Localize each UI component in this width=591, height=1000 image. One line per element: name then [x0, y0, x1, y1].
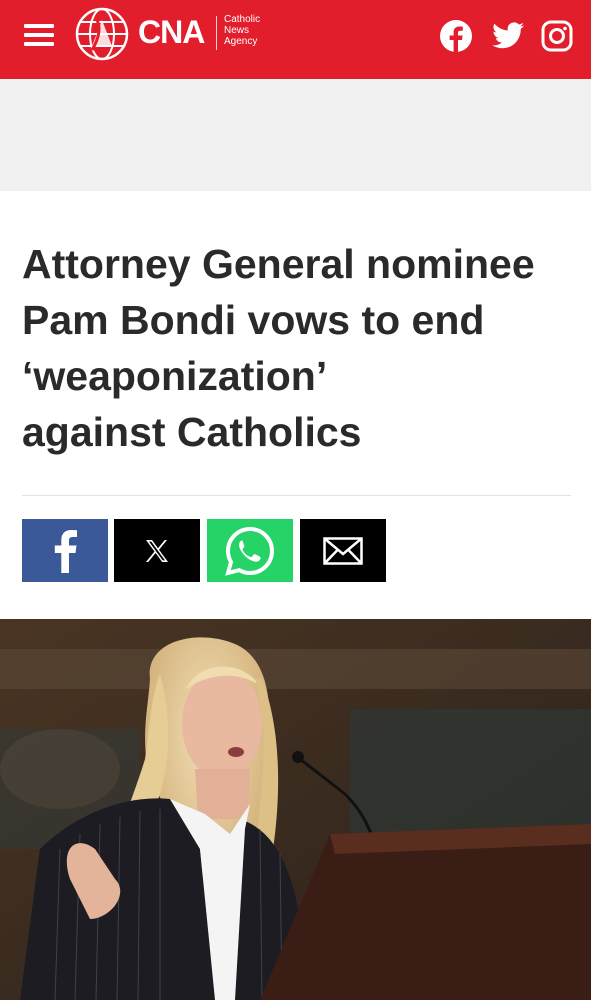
- menu-icon[interactable]: [24, 24, 54, 50]
- brand-sub-line: Agency: [224, 36, 258, 47]
- site-header: CNA Catholic News Agency: [0, 0, 591, 79]
- x-icon: [146, 539, 168, 562]
- brand-sub-line: Catholic: [224, 14, 261, 25]
- brand-subtitle: Catholic News Agency: [224, 14, 260, 47]
- whatsapp-icon: [225, 526, 275, 576]
- instagram-icon[interactable]: [541, 19, 573, 53]
- headline-line: Attorney General nominee: [22, 241, 535, 287]
- facebook-icon[interactable]: [439, 19, 473, 53]
- twitter-icon[interactable]: [490, 19, 526, 53]
- share-x-button[interactable]: [114, 519, 200, 582]
- ad-placeholder: [0, 79, 591, 191]
- brand-sub-line: News: [224, 25, 250, 36]
- headline-line: Pam Bondi vows to end: [22, 297, 485, 343]
- facebook-f-icon: [54, 529, 77, 573]
- share-whatsapp-button[interactable]: [207, 519, 293, 582]
- share-email-button[interactable]: [300, 519, 386, 582]
- brand-divider: [216, 16, 217, 50]
- headline-line: ‘weaponization’: [22, 353, 328, 399]
- mail-icon: [323, 536, 363, 565]
- article-headline: Attorney General nominee Pam Bondi vows …: [22, 236, 577, 460]
- brand-name[interactable]: CNA: [138, 14, 205, 51]
- hero-image[interactable]: [0, 619, 591, 1000]
- share-facebook-button[interactable]: [22, 519, 108, 582]
- globe-logo-icon[interactable]: [74, 6, 130, 62]
- divider: [22, 495, 571, 496]
- photo-woman-speaking-at-microphone: [0, 619, 591, 1000]
- headline-line: against Catholics: [22, 409, 362, 455]
